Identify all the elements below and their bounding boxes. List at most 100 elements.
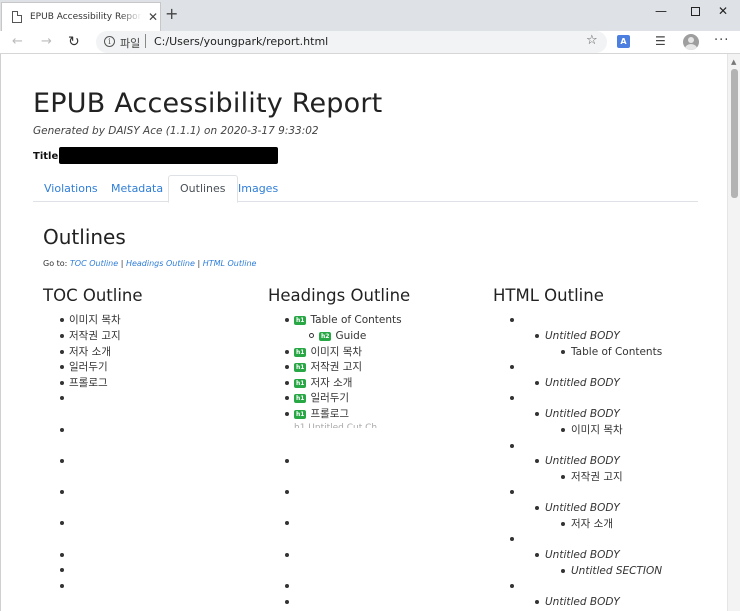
html-outline-item[interactable]: 저작권 고지 [571, 470, 623, 484]
untitled-body: Untitled BODY [545, 377, 620, 389]
bullet-icon [285, 365, 289, 369]
bullet-icon [285, 459, 289, 463]
browser-toolbar: ← → ↻ i 파일 C:/Users/youngpark/report.htm… [0, 31, 740, 54]
reload-icon[interactable]: ↻ [68, 33, 80, 51]
heading-item[interactable]: h1 Table of Contents [294, 313, 402, 327]
bullet-icon [510, 318, 514, 322]
toc-item[interactable]: 저자 소개 [69, 345, 111, 359]
goto-html-link[interactable]: HTML Outline [203, 259, 257, 268]
scroll-up-icon[interactable]: ▲ [731, 58, 736, 66]
toc-outline: TOC Outline [43, 286, 263, 310]
bullet-icon [60, 521, 64, 525]
h1-badge: h1 [294, 394, 307, 403]
bullet-icon [285, 381, 289, 385]
goto-toc-link[interactable]: TOC Outline [70, 259, 118, 268]
redacted-title [59, 147, 278, 164]
bullet-icon [510, 537, 514, 541]
toc-item[interactable]: 저작권 고지 [69, 329, 121, 343]
bullet-icon [285, 600, 289, 604]
bullet-icon [535, 381, 539, 385]
address-scheme-label: 파일 [120, 37, 141, 50]
headings-outline: Headings Outline [268, 286, 488, 310]
bullet-icon [285, 396, 289, 400]
h2-badge: h2 [319, 332, 332, 341]
bullet-icon [510, 444, 514, 448]
toc-item[interactable]: 이미지 목차 [69, 313, 121, 327]
generated-by-text: Generated by DAISY Ace (1.1.1) on 2020-3… [33, 125, 319, 137]
heading-item[interactable]: h1 이미지 목차 [294, 345, 362, 359]
h1-badge: h1 [294, 316, 307, 325]
bullet-icon [510, 584, 514, 588]
heading-item[interactable]: h1 프롤로그 [294, 407, 349, 421]
toc-item[interactable]: 프롤로그 [69, 376, 108, 390]
tab-images[interactable]: Images [227, 175, 289, 203]
bullet-icon [510, 490, 514, 494]
address-url[interactable]: C:/Users/youngpark/report.html [154, 35, 328, 48]
report-tabs: Violations Metadata Outlines Images [33, 175, 698, 203]
bullet-icon [60, 490, 64, 494]
profile-avatar[interactable] [683, 34, 699, 50]
heading-item[interactable]: h1 저자 소개 [294, 376, 352, 390]
toc-item[interactable]: 일러두기 [69, 360, 108, 374]
untitled-body: Untitled BODY [545, 455, 620, 467]
new-tab-button[interactable]: + [165, 6, 178, 22]
goto-links: Go to: TOC Outline | Headings Outline | … [43, 259, 257, 268]
vertical-scrollbar[interactable]: ▲ [727, 54, 740, 611]
toc-outline-heading: TOC Outline [43, 286, 143, 305]
bullet-icon [561, 522, 565, 526]
browser-tab[interactable]: EPUB Accessibility Report by DAISY Ace ✕ [1, 2, 161, 31]
bullet-icon [561, 475, 565, 479]
heading-item[interactable]: h1 일러두기 [294, 391, 349, 405]
close-tab-icon[interactable]: ✕ [148, 11, 158, 23]
h1-badge: h1 [294, 410, 307, 419]
info-icon[interactable]: i [104, 36, 115, 47]
document-icon [12, 11, 22, 23]
browser-tab-strip: EPUB Accessibility Report by DAISY Ace ✕… [0, 0, 740, 31]
headings-outline-heading: Headings Outline [268, 286, 411, 305]
forward-arrow-icon[interactable]: → [41, 33, 52, 51]
untitled-body: Untitled BODY [545, 502, 620, 514]
scrollbar-thumb[interactable] [731, 69, 738, 198]
heading-item[interactable]: h1 저작권 고지 [294, 360, 362, 374]
html-outline: HTML Outline [493, 286, 713, 310]
goto-label: Go to: [43, 259, 68, 268]
bullet-icon [60, 334, 64, 338]
bullet-icon [60, 365, 64, 369]
address-bar[interactable]: i 파일 C:/Users/youngpark/report.html ☆ [96, 31, 607, 53]
translate-extension-icon[interactable]: A [617, 35, 630, 48]
favorites-icon[interactable]: ☰ [655, 34, 666, 48]
bullet-icon [535, 459, 539, 463]
goto-headings-link[interactable]: Headings Outline [126, 259, 195, 268]
bullet-icon [561, 569, 565, 573]
untitled-body: Untitled BODY [545, 596, 620, 608]
h1-badge: h1 [294, 348, 307, 357]
star-icon[interactable]: ☆ [586, 33, 598, 48]
html-outline-item[interactable]: Table of Contents [571, 345, 662, 359]
html-outline-item[interactable]: 이미지 목차 [571, 423, 623, 437]
bullet-icon [60, 381, 64, 385]
bullet-icon [60, 350, 64, 354]
bullet-icon [285, 521, 289, 525]
untitled-body: Untitled BODY [545, 330, 620, 342]
bullet-icon [535, 506, 539, 510]
back-arrow-icon[interactable]: ← [12, 33, 23, 51]
h1-badge: h1 [294, 363, 307, 372]
address-separator [145, 34, 146, 48]
close-window-button[interactable]: ✕ [703, 2, 740, 22]
bullet-icon [561, 428, 565, 432]
bullet-icon [285, 350, 289, 354]
outlines-heading: Outlines [43, 225, 126, 249]
heading-item[interactable]: h2 Guide [319, 329, 366, 343]
html-outline-item[interactable]: 저자 소개 [571, 517, 613, 531]
bullet-icon [60, 553, 64, 557]
bullet-icon [60, 318, 64, 322]
bullet-icon [285, 490, 289, 494]
bullet-icon [60, 396, 64, 400]
more-menu-icon[interactable]: ··· [714, 33, 729, 48]
bullet-icon [60, 428, 64, 432]
title-label: Title: [33, 151, 63, 162]
tab-violations[interactable]: Violations [33, 175, 109, 203]
tab-metadata[interactable]: Metadata [100, 175, 174, 203]
bullet-icon [510, 396, 514, 400]
browser-tab-title: EPUB Accessibility Report by DAISY Ace [30, 12, 142, 22]
